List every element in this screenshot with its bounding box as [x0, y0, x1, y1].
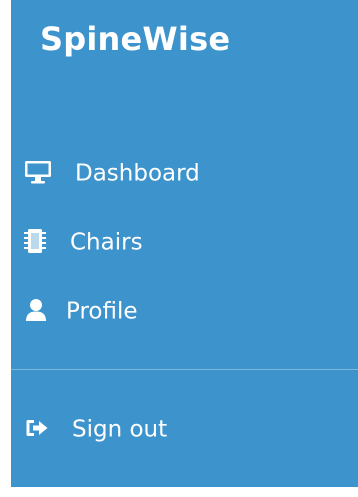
chip-icon: [24, 228, 46, 258]
sign-out-icon: [25, 418, 49, 442]
monitor-icon: [24, 160, 52, 188]
sidebar-item-label: Chairs: [70, 229, 143, 256]
sidebar-item-dashboard[interactable]: Dashboard: [11, 151, 358, 197]
sidebar-divider: [11, 369, 358, 370]
sign-out-label: Sign out: [72, 416, 168, 443]
sign-out-button[interactable]: Sign out: [11, 407, 358, 453]
sidebar-item-label: Dashboard: [75, 160, 200, 187]
brand-title: SpineWise: [40, 20, 231, 58]
sidebar: SpineWise Dashboard Chairs Profile Sign …: [11, 0, 358, 487]
sidebar-item-chairs[interactable]: Chairs: [11, 220, 358, 266]
sidebar-item-label: Profile: [66, 298, 138, 325]
user-icon: [25, 298, 47, 326]
sidebar-item-profile[interactable]: Profile: [11, 289, 358, 335]
